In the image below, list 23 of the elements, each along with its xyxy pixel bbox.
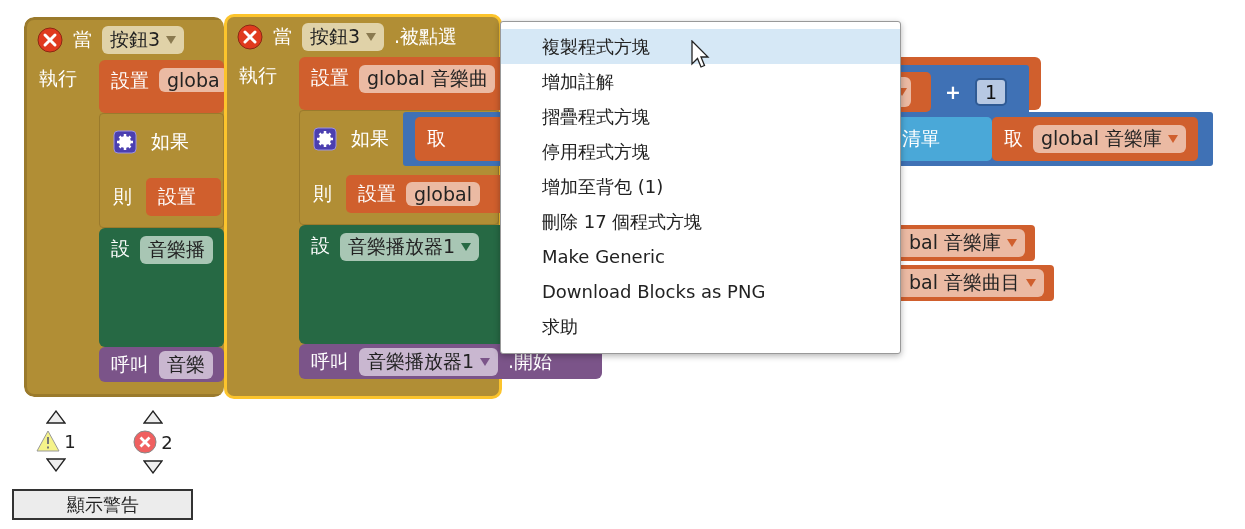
event-name: .被點選 xyxy=(394,24,458,49)
block-keyword: 取 xyxy=(427,126,446,151)
plus-label: + xyxy=(945,80,961,103)
warning-count: 1 xyxy=(64,430,76,452)
block-keyword: 則 xyxy=(313,181,332,206)
block-keyword: 取 xyxy=(1004,126,1023,151)
block-keyword: 設 xyxy=(111,236,130,261)
block-keyword: 執行 xyxy=(239,64,277,86)
block-keyword: 當 xyxy=(273,24,292,49)
error-count: 2 xyxy=(161,431,173,453)
block-keyword: 呼叫 xyxy=(111,351,149,377)
block-keyword: 執行 xyxy=(39,67,77,89)
block-keyword: 呼叫 xyxy=(311,348,349,374)
block-keyword: 設 xyxy=(311,233,330,258)
block-keyword: 設置 xyxy=(358,181,396,206)
block-keyword: 清單 xyxy=(902,126,940,151)
block-keyword: 如果 xyxy=(351,126,389,151)
block-keyword: 設置 xyxy=(158,184,196,209)
block-keyword: 設置 xyxy=(311,65,349,90)
block-keyword: 如果 xyxy=(151,129,189,154)
block-keyword: 當 xyxy=(73,27,92,52)
block-keyword: 則 xyxy=(113,184,132,209)
block-keyword: 設置 xyxy=(111,68,149,93)
